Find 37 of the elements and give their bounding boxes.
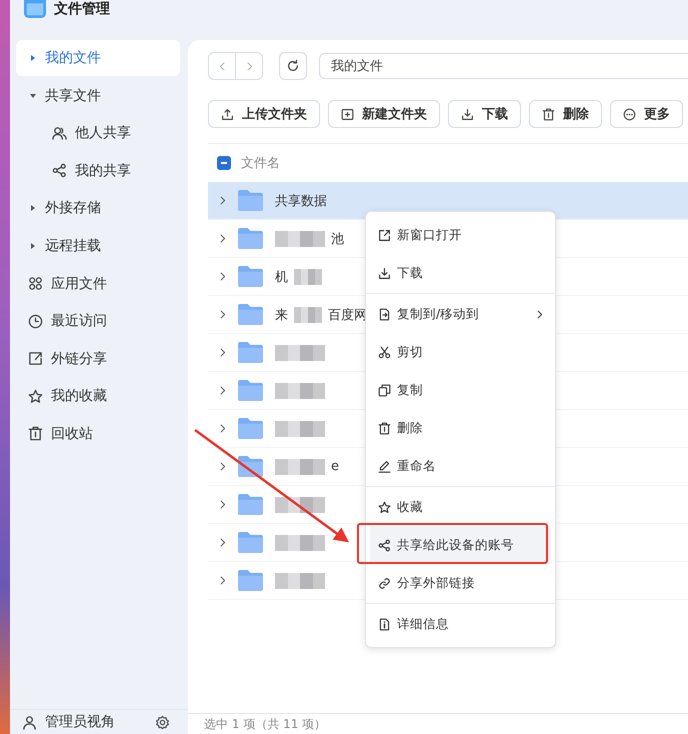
file-name: e bbox=[331, 459, 339, 474]
menu-item[interactable]: 复制到/移动到 bbox=[366, 295, 555, 333]
sidebar-item[interactable]: 回收站 bbox=[16, 416, 180, 452]
toolbar-button[interactable]: 更多 bbox=[610, 100, 683, 128]
file-name: 共享数据 bbox=[275, 192, 327, 210]
toolbar-button[interactable]: 下载 bbox=[448, 100, 521, 128]
menu-item[interactable]: 收藏 bbox=[366, 488, 555, 526]
column-header: 文件名 bbox=[241, 155, 280, 172]
status-text: 选中 1 项（共 11 项） bbox=[204, 716, 326, 732]
menu-item[interactable]: 下载 bbox=[366, 254, 555, 292]
toolbar-button[interactable]: 删除 bbox=[529, 100, 602, 128]
sidebar-item[interactable]: 他人共享 bbox=[16, 115, 180, 152]
file-name: 机 bbox=[275, 268, 288, 286]
sidebar-item[interactable]: 外链分享 bbox=[16, 340, 180, 377]
file-name: 池 bbox=[331, 230, 344, 248]
sidebar-item[interactable]: 我的共享 bbox=[16, 152, 180, 189]
menu-item[interactable]: 共享给此设备的账号 bbox=[370, 526, 551, 564]
sidebar-item[interactable]: 最近访问 bbox=[16, 303, 180, 340]
sidebar-item[interactable]: 远程挂载 bbox=[16, 228, 180, 264]
file-row[interactable]: 共享数据 bbox=[208, 182, 688, 220]
sidebar-item[interactable]: 共享文件 bbox=[16, 78, 180, 114]
toolbar-button[interactable]: 新建文件夹 bbox=[328, 100, 440, 128]
path-field[interactable]: 我的文件 bbox=[319, 53, 688, 79]
file-name: 来 bbox=[275, 306, 288, 324]
sidebar-item[interactable]: 应用文件 bbox=[16, 266, 180, 302]
menu-item[interactable]: 重命名 bbox=[366, 447, 555, 485]
menu-item[interactable]: 详细信息 bbox=[366, 605, 555, 643]
window-title: 文件管理 bbox=[54, 0, 110, 18]
sidebar-item[interactable]: 我的文件 bbox=[16, 40, 180, 76]
menu-item[interactable]: 复制 bbox=[366, 371, 555, 409]
sidebar-item[interactable]: 外接存储 bbox=[16, 190, 180, 226]
sidebar-item[interactable]: 我的收藏 bbox=[16, 378, 180, 414]
account-label: 管理员视角 bbox=[45, 713, 116, 731]
menu-item[interactable]: 分享外部链接 bbox=[366, 564, 555, 602]
menu-item[interactable]: 删除 bbox=[366, 409, 555, 447]
toolbar-button[interactable]: 上传文件夹 bbox=[208, 100, 320, 128]
menu-item[interactable]: 剪切 bbox=[366, 333, 555, 371]
